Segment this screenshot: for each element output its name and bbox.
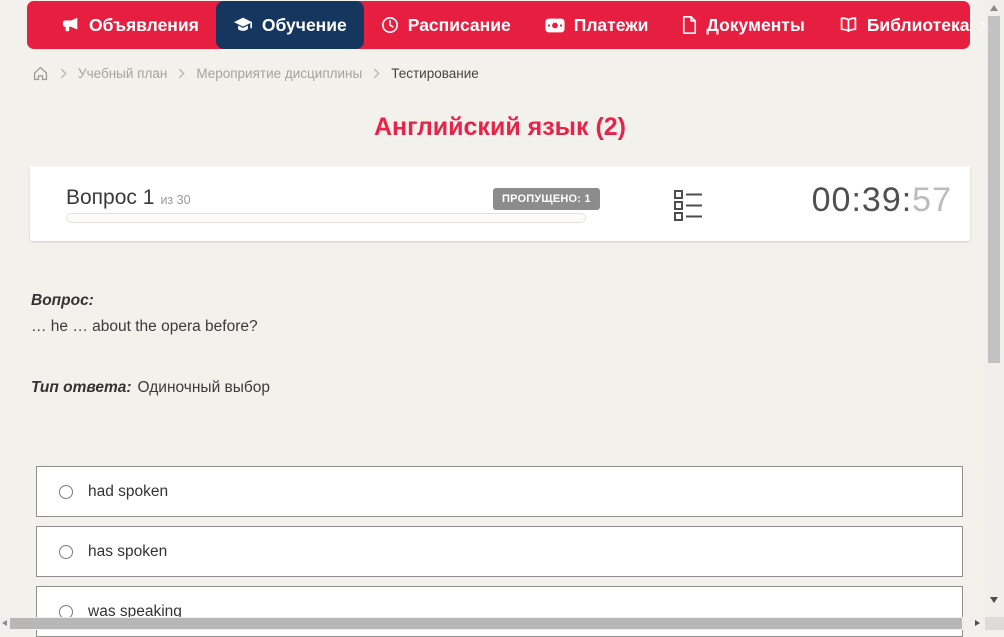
answer-type: Тип ответа: Одиночный выбор [31,379,270,397]
nav-item-label: Документы [706,14,805,35]
vertical-scrollbar[interactable] [985,0,1004,617]
nav-item-payments[interactable]: Платежи [528,1,666,49]
nav-item-label: Платежи [573,14,649,35]
answer-option[interactable]: has spoken [36,526,963,577]
question-total-label: из 30 [160,193,191,207]
nav-item-label: Обучение [261,14,347,35]
timer-seconds: 57 [912,181,952,219]
answer-option-label: had spoken [88,482,169,500]
question-list-icon [674,190,702,221]
breadcrumb-home-link[interactable] [32,65,49,82]
radio-button[interactable] [59,544,73,559]
question-number-label: Вопрос 1 [66,186,155,209]
nav-item-learning[interactable]: Обучение [215,1,364,49]
question-text: … he … about the opera before? [31,318,258,335]
scroll-right-arrow[interactable] [975,620,980,626]
nav-item-documents[interactable]: Документы [665,1,821,49]
answer-option[interactable]: had spoken [36,466,963,517]
progress-bar [66,213,586,223]
page-title: Английский язык (2) [373,113,627,141]
vertical-scrollbar-thumb[interactable] [988,16,1000,363]
nav-item-label: Библиотека [866,14,970,35]
answer-type-value: Одиночный выбор [137,379,271,396]
main-nav: Объявления Обучение Расписание Платежи Д… [27,1,994,49]
nav-item-announcements[interactable]: Объявления [45,1,216,49]
document-icon [683,16,697,34]
question-header-card: Вопрос 1 из 30 ПРОПУЩЕНО: 1 00:39:57 [30,166,970,241]
breadcrumb-discipline-link[interactable]: Мероприятие дисциплины [196,66,362,81]
breadcrumb-current: Тестирование [391,65,479,81]
answer-option-label: has spoken [88,542,168,560]
clock-icon [381,16,398,34]
scroll-left-arrow[interactable] [2,620,7,626]
breadcrumb: Учебный план Мероприятие дисциплины Тест… [32,62,479,84]
chevron-right-icon [179,68,185,78]
nav-item-schedule[interactable]: Расписание [364,1,528,49]
horizontal-scrollbar-thumb[interactable] [10,618,962,629]
scroll-up-arrow[interactable] [990,5,998,11]
nav-item-label: Объявления [89,14,199,35]
graduation-cap-icon [233,17,252,31]
scroll-down-arrow[interactable] [990,597,998,603]
timer-main: 00:39: [811,181,913,219]
chevron-right-icon [60,68,67,78]
megaphone-icon [62,17,78,32]
scrollbar-corner [985,617,1004,630]
question-label: Вопрос: [31,292,94,309]
payment-icon [545,18,565,32]
open-book-icon [840,17,857,32]
skipped-badge: ПРОПУЩЕНО: 1 [493,188,600,210]
countdown-timer: 00:39:57 [812,181,952,220]
home-icon [33,66,48,80]
horizontal-scrollbar[interactable] [0,617,985,630]
radio-button[interactable] [59,484,73,499]
breadcrumb-curriculum-link[interactable]: Учебный план [78,66,167,81]
chevron-right-icon [374,68,380,78]
answer-type-label: Тип ответа: [31,379,132,396]
nav-item-library[interactable]: Библиотека [822,1,1004,49]
question-number: Вопрос 1 из 30 [66,186,191,210]
nav-item-label: Расписание [407,14,511,35]
question-list-button[interactable] [672,188,704,222]
